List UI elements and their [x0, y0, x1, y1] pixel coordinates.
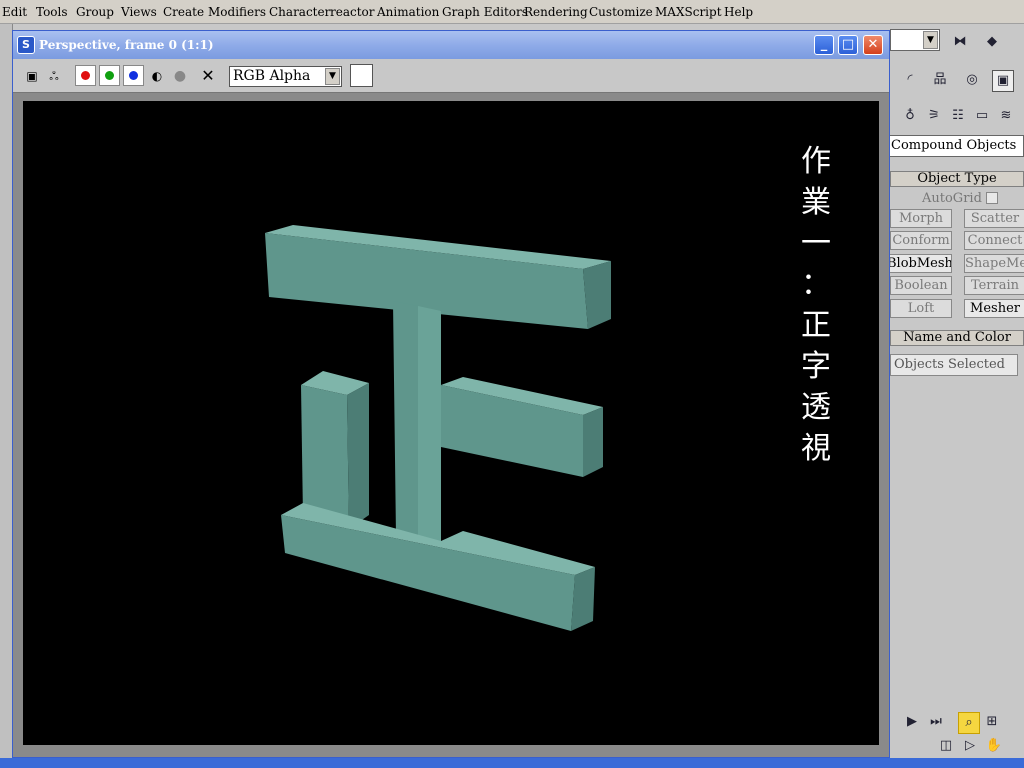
mesher-button[interactable]: Mesher: [964, 299, 1024, 318]
zheng-character-3d-model: [265, 225, 611, 631]
menu-animation[interactable]: Animation: [377, 5, 439, 19]
connect-button[interactable]: Connect: [964, 231, 1024, 250]
chevron-down-icon: ▼: [325, 68, 340, 85]
menu-create[interactable]: Create: [163, 5, 204, 19]
menu-rendering[interactable]: Rendering: [524, 5, 588, 19]
boolean-button[interactable]: Boolean: [890, 276, 952, 295]
mirror-icon[interactable]: ⧓: [950, 32, 970, 52]
render-viewport: 作 業 一 ： 正 字 透 視: [23, 101, 879, 745]
frame-toolbar: ▣ ஃ ◐ ● ✕ RGB Alpha ▼: [13, 59, 889, 93]
minimize-button[interactable]: _: [814, 35, 834, 55]
blue-channel-icon: [129, 71, 138, 80]
scatter-button[interactable]: Scatter: [964, 209, 1024, 228]
red-channel-icon: [81, 71, 90, 80]
channel-select[interactable]: RGB Alpha ▼: [229, 66, 342, 87]
color-swatch[interactable]: [350, 64, 373, 87]
curve-editor-icon[interactable]: ◜: [900, 70, 920, 90]
save-icon[interactable]: ▣: [23, 67, 41, 85]
caption-char: 視: [801, 431, 831, 466]
caption-char: 透: [801, 390, 831, 425]
key-mode-icon[interactable]: ◫: [936, 736, 956, 756]
red-channel-toggle[interactable]: [75, 65, 96, 86]
go-to-end-icon[interactable]: ⏭: [926, 712, 946, 732]
morph-button[interactable]: Morph: [890, 209, 952, 228]
menu-maxscript[interactable]: MAXScript: [655, 5, 722, 19]
conform-button[interactable]: Conform: [890, 231, 952, 250]
menu-group[interactable]: Group: [76, 5, 114, 19]
name-and-color-rollout[interactable]: Name and Color: [890, 330, 1024, 346]
green-channel-icon: [105, 71, 114, 80]
caption-char: 作: [801, 144, 831, 179]
channel-select-value: RGB Alpha: [233, 68, 311, 84]
menu-character[interactable]: Character: [269, 5, 330, 19]
material-editor-icon[interactable]: ◎: [962, 70, 982, 90]
taskbar-strip: [0, 758, 1024, 768]
menu-modifiers[interactable]: Modifiers: [208, 5, 266, 19]
animation-controls: ▶ ⏭ ⌕ ⊞ ◫ ▷ ✋: [886, 706, 1024, 758]
object-name-field[interactable]: Objects Selected: [890, 354, 1018, 376]
selection-set-dropdown[interactable]: ▼: [890, 29, 940, 51]
category-dropdown[interactable]: Compound Objects: [886, 135, 1024, 157]
menu-graph-editors[interactable]: Graph Editors: [442, 5, 528, 19]
autogrid-checkbox[interactable]: [986, 192, 998, 204]
space-warps-icon[interactable]: ♁: [900, 106, 920, 126]
menu-tools[interactable]: Tools: [36, 5, 68, 19]
window-titlebar[interactable]: S Perspective, frame 0 (1:1) _ □ ✕: [13, 31, 889, 59]
menu-views[interactable]: Views: [121, 5, 157, 19]
next-frame-icon[interactable]: ▶: [902, 712, 922, 732]
chevron-down-icon: ▼: [923, 31, 938, 49]
align-icon[interactable]: ◆: [982, 32, 1002, 52]
loft-button[interactable]: Loft: [890, 299, 952, 318]
particles-icon[interactable]: ≋: [996, 106, 1016, 126]
menu-help[interactable]: Help: [724, 5, 753, 19]
blobmesh-button[interactable]: BlobMesh: [886, 254, 952, 273]
field-of-view-icon[interactable]: ▷: [960, 736, 980, 756]
menu-bar: Edit Tools Group Views Create Modifiers …: [0, 0, 1024, 24]
caption-char: ：: [801, 267, 831, 302]
caption-char: 正: [801, 308, 831, 343]
rendered-frame-window: S Perspective, frame 0 (1:1) _ □ ✕ ▣ ஃ ◐…: [12, 30, 890, 758]
blue-channel-toggle[interactable]: [123, 65, 144, 86]
caption-char: 業: [801, 185, 831, 220]
vertical-caption: 作 業 一 ： 正 字 透 視: [796, 141, 836, 469]
menu-reactor[interactable]: reactor: [330, 5, 375, 19]
caption-char: 字: [801, 349, 831, 384]
clone-icon[interactable]: ஃ: [45, 67, 63, 85]
alpha-channel-icon[interactable]: ●: [171, 67, 189, 85]
zoom-all-icon[interactable]: ⊞: [982, 712, 1002, 732]
maximize-button[interactable]: □: [838, 35, 858, 55]
autogrid-label: AutoGrid: [922, 191, 982, 206]
app-icon: S: [17, 36, 35, 54]
cameras-icon[interactable]: ☷: [948, 106, 968, 126]
clear-icon[interactable]: ✕: [199, 67, 217, 85]
caption-char: 一: [801, 226, 831, 261]
menu-customize[interactable]: Customize: [589, 5, 653, 19]
systems-icon[interactable]: ⚞: [924, 106, 944, 126]
helpers-icon[interactable]: ▭: [972, 106, 992, 126]
object-type-rollout[interactable]: Object Type: [890, 171, 1024, 187]
green-channel-toggle[interactable]: [99, 65, 120, 86]
window-title: Perspective, frame 0 (1:1): [39, 38, 214, 52]
monochrome-icon[interactable]: ◐: [148, 67, 166, 85]
render-scene-icon[interactable]: ▣: [992, 70, 1014, 92]
close-button[interactable]: ✕: [863, 35, 883, 55]
command-panel: ▼ ⧓ ◆ ◜ 品 ◎ ▣ ♁ ⚞ ☷ ▭ ≋ Compound Objects: [886, 24, 1024, 768]
schematic-view-icon[interactable]: 品: [930, 70, 950, 90]
zoom-icon[interactable]: ⌕: [958, 712, 980, 734]
menu-edit[interactable]: Edit: [2, 5, 27, 19]
terrain-button[interactable]: Terrain: [964, 276, 1024, 295]
shapemerge-button[interactable]: ShapeMerge: [964, 254, 1024, 273]
pan-icon[interactable]: ✋: [984, 736, 1004, 756]
